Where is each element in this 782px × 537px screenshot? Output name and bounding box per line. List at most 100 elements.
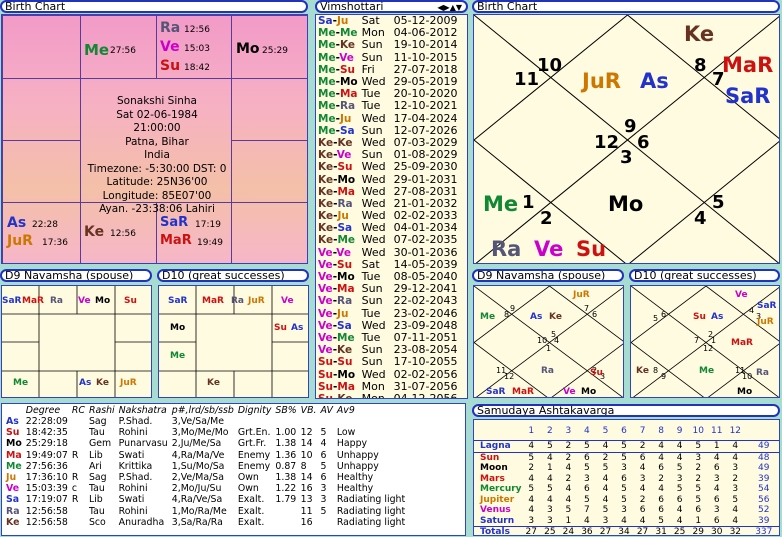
bindu-value: 2: [528, 463, 535, 473]
bindu-value: 4: [676, 505, 683, 515]
planet-su-degree: 18:42: [184, 63, 210, 73]
bindu-value: 5: [621, 484, 627, 494]
bindu-value: 5: [528, 484, 535, 494]
maha-lord: Ve: [318, 319, 333, 332]
cell-nak: P.Shad.: [118, 416, 153, 427]
bindu-value: 36: [577, 526, 597, 535]
d9-north-title: D9 Navamsha (spouse): [472, 269, 624, 282]
dasha-lords: Su-Ma: [318, 380, 355, 393]
cell-av: 5: [320, 427, 327, 439]
sign-number: 8: [658, 426, 664, 436]
house-number: 5: [712, 192, 725, 213]
vimshottari-row[interactable]: Me-Ju Wed 17-04-2024: [316, 112, 460, 125]
planet-ke: Ke: [549, 312, 562, 322]
bindu-value: 4: [522, 440, 541, 452]
cell-pisces: [2, 15, 81, 79]
cell-sb: 1.38: [275, 472, 297, 484]
bindu-value: 2: [559, 440, 578, 452]
cell-p: As: [6, 416, 19, 427]
table-row[interactable]: Ma 19:49:07 R Lib Swati 4,Ra/Ma/Ve Enemy 1.36 10…: [4, 450, 407, 461]
antar-lord: Ke: [339, 39, 356, 52]
maha-lord: Me: [318, 124, 336, 137]
row-label: Mercury: [480, 484, 522, 494]
bindu-value: 4: [707, 451, 727, 463]
birth-time: 21:00:00: [133, 122, 181, 134]
cell-av: 6: [320, 449, 327, 461]
antar-lord: Mo: [337, 271, 355, 284]
dasha-date: 02-02-2056: [393, 367, 458, 381]
bindu-value: 32: [726, 526, 745, 535]
maha-lord: Ve: [318, 271, 333, 284]
table-row[interactable]: As 22:28:09 Sag P.Shad. 3,Ve/Sa/Me: [4, 416, 407, 427]
dasha-lords: Ve-Ju: [318, 307, 349, 320]
table-row[interactable]: Me 27:56:36 Ari Krittika 1,Su/Mo/Sa Enemy 0.87…: [4, 461, 407, 472]
dasha-lords: Me-Me: [318, 27, 358, 40]
cell-rashi: Tau: [88, 483, 105, 495]
bindu-value: 2: [633, 440, 652, 452]
cell-p: Ke: [6, 516, 20, 528]
vimshottari-row[interactable]: Ve-Ju Tue 23-02-2046: [316, 307, 460, 320]
bindu-value: 4: [602, 494, 609, 505]
vimshottari-row[interactable]: Su-Ke Mon 04-12-2056: [316, 392, 460, 398]
cell-deg: 19:49:07: [25, 449, 68, 461]
vimshottari-row[interactable]: Su-Ma Mon 31-07-2056: [316, 380, 460, 393]
ashtakavarga-row: Sun 5 4 2 6 2 5 6 4 4 3 4 4 48: [474, 451, 779, 463]
table-row[interactable]: Su 18:42:35 Tau Rohini 3,Mo/Me/Mo Grt.En. 1.00…: [4, 427, 407, 438]
vimshottari-row[interactable]: Ke-Me Wed 07-02-2035: [316, 233, 460, 247]
antar-lord: Ju: [337, 210, 349, 223]
bindu-value: 4: [528, 494, 535, 505]
row-total: 337: [744, 526, 779, 535]
down-icon[interactable]: ▼: [456, 3, 462, 11]
bindu-value: 4: [540, 451, 560, 463]
vimshottari-row[interactable]: Su-Mo Wed 02-02-2056: [316, 367, 460, 381]
table-row[interactable]: Ve 15:03:39 c Tau Rohini 2,Mo/Ju/Su Own 1.22 16 3…: [4, 483, 407, 494]
table-row[interactable]: Ra 12:56:58 Tau Rohini 1,Mo/Ra/Me Exalt. 11 5 Ra…: [4, 506, 407, 517]
planet-ve: Ve: [735, 290, 748, 300]
cell-aries: Me 27:56: [80, 15, 157, 79]
north-chart-title: Birth Chart: [472, 0, 780, 13]
dasha-date: 12-10-2021: [393, 99, 458, 113]
cell-nak: Rohini: [118, 505, 148, 517]
house-number: 8: [504, 310, 510, 319]
vimshottari-row[interactable]: Me-Ke Sun 19-10-2014: [316, 39, 460, 52]
planet-mo: Mo: [170, 323, 186, 333]
vimshottari-row[interactable]: Me-Ra Tue 12-10-2021: [316, 99, 460, 113]
vimshottari-row[interactable]: Ve-Ve Wed 30-01-2036: [316, 246, 460, 259]
bindu-value: 4: [528, 473, 535, 484]
vimshottari-row[interactable]: Ke-Ma Wed 27-08-2031: [316, 185, 460, 198]
birth-date: Sat 02-06-1984: [116, 108, 198, 121]
cell-rashi: Sag: [88, 416, 107, 427]
cell-deg: 17:36:10: [25, 472, 68, 484]
planet-ra: Ra: [231, 296, 245, 306]
ashtakavarga-row: Mercury 5 5 4 6 4 5 4 4 5 5 4 3 54: [474, 484, 779, 495]
vimshottari-row[interactable]: Ke-Su Wed 25-09-2030: [316, 161, 460, 174]
cell-p: Su: [6, 427, 20, 439]
table-row[interactable]: Mo 25:29:18 Gem Punarvasu 2,Ju/Me/Sa Grt.Fr. 1…: [4, 438, 407, 449]
bindu-value: 4: [546, 473, 553, 484]
table-row[interactable]: Ju 17:36:10 R Sag P.Shad. 2,Ve/Ma/Sa Own 1.38 14…: [4, 472, 407, 483]
planet-ra: Ra: [756, 368, 770, 378]
cell-lrd: 2,Ju/Me/Sa: [171, 438, 222, 450]
birth-info: Sonakshi Sinha Sat 02-06-1984 21:00:00 P…: [84, 95, 230, 217]
vimshottari-row[interactable]: Su-Su Sun 17-10-2055: [316, 356, 460, 369]
cell-sb: 1.22: [275, 483, 297, 495]
dasha-date: 07-02-2035: [393, 233, 458, 247]
cell-vb: 14: [300, 472, 313, 484]
bindu-value: 6: [658, 494, 664, 505]
planet-sar: SaR: [757, 301, 777, 311]
birth-chart-south: Me 27:56 Ra 12:56 Ve 15:03 Su 18:42 Mo 2…: [1, 14, 308, 264]
vimshottari-row[interactable]: Me-Ve Sun 11-10-2015: [316, 51, 460, 64]
vimshottari-row[interactable]: Ve-Ra Sun 22-02-2043: [316, 295, 460, 308]
planet-mar: MaR: [202, 296, 224, 306]
cell-dig: Grt.En.: [237, 427, 271, 439]
bindu-value: 5: [522, 451, 541, 463]
bindu-value: 6: [633, 451, 652, 463]
antar-lord: Mo: [337, 173, 356, 186]
bindu-value: 4: [602, 473, 609, 484]
timezone: Timezone: -5:30:00 DST: 0: [87, 162, 227, 175]
vimshottari-row[interactable]: Ke-Mo Wed 29-01-2031: [316, 173, 460, 186]
table-row[interactable]: Ke 12:56:58 Sco Anuradha 3,Sa/Ra/Ra Exalt. 16 R…: [4, 517, 407, 528]
dasha-lords: Ve-Sa: [318, 319, 352, 332]
table-row[interactable]: Sa 17:19:07 R Lib Swati 4,Ra/Ve/Sa Exalt. 1.79 1…: [4, 494, 407, 505]
ashtakavarga-row: Jupiter 4 4 4 5 4 5 2 6 6 5 6 5 56: [474, 495, 779, 506]
